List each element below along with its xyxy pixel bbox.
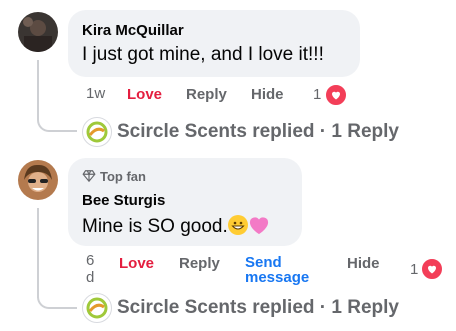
comment-time[interactable]: 6 d <box>86 252 94 286</box>
top-fan-badge: Top fan <box>82 169 146 186</box>
comment-author[interactable]: Kira McQuillar <box>82 22 184 39</box>
replied-page: Scircle Scents replied <box>117 297 315 318</box>
view-replies-link[interactable]: Scircle Scents replied · 1 Reply <box>117 121 399 143</box>
comment-bubble: Kira McQuillar I just got mine, and I lo… <box>68 10 360 77</box>
grinning-face-icon <box>227 215 248 235</box>
heart-icon[interactable] <box>324 83 348 107</box>
love-reaction-button[interactable]: Love <box>119 255 154 272</box>
comment-text: I just got mine, and I love it!!! <box>82 44 324 65</box>
reply-button[interactable]: Reply <box>179 255 220 272</box>
thread-curve <box>37 112 77 132</box>
reply-button[interactable]: Reply <box>186 86 227 103</box>
comment-time[interactable]: 1w <box>86 85 105 102</box>
send-message-button[interactable]: Send message <box>245 255 309 285</box>
send-label: Send <box>245 254 282 271</box>
comment-time-unit: d <box>86 269 95 286</box>
comment-time-value: 6 <box>86 252 95 269</box>
diamond-icon <box>82 169 96 186</box>
view-replies-link[interactable]: Scircle Scents replied · 1 Reply <box>117 297 399 319</box>
thread-line <box>37 60 39 115</box>
comment-text-body: Mine is SO good. <box>82 216 228 237</box>
avatar-bee[interactable] <box>18 160 58 200</box>
separator: · <box>319 121 327 142</box>
comment-author[interactable]: Bee Sturgis <box>82 192 165 209</box>
hide-button[interactable]: Hide <box>251 86 284 103</box>
comment-bubble: Top fan Bee Sturgis Mine is SO good. <box>68 158 302 246</box>
thread-line <box>37 208 39 298</box>
heart-icon[interactable] <box>420 257 444 281</box>
scircle-scents-avatar[interactable] <box>82 117 112 147</box>
hide-button[interactable]: Hide <box>347 255 380 272</box>
avatar-kira[interactable] <box>18 12 58 52</box>
scircle-scents-avatar[interactable] <box>82 293 112 323</box>
separator: · <box>319 297 327 318</box>
love-reaction-button[interactable]: Love <box>127 86 162 103</box>
comment-text: Mine is SO good. <box>82 215 270 241</box>
top-fan-label: Top fan <box>100 169 146 184</box>
reaction-count[interactable]: 1 <box>410 261 418 278</box>
replied-page: Scircle Scents replied <box>117 121 315 142</box>
pink-heart-icon <box>248 215 270 241</box>
reply-count: 1 Reply <box>331 121 399 142</box>
reply-count: 1 Reply <box>331 297 399 318</box>
thread-curve <box>37 294 77 309</box>
reaction-count[interactable]: 1 <box>313 86 321 103</box>
message-label: message <box>245 269 310 286</box>
